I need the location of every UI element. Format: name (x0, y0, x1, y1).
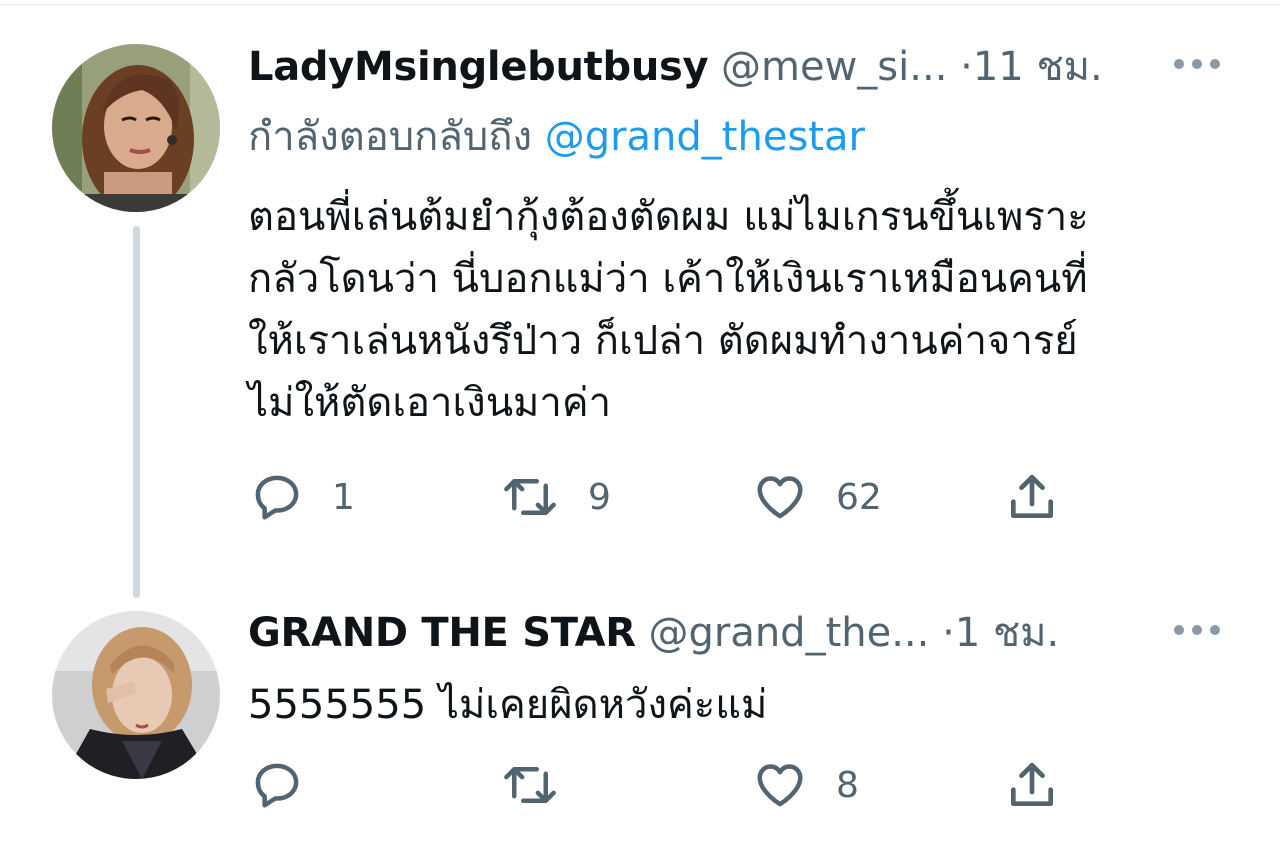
reply-button[interactable]: 1 (250, 467, 355, 527)
like-button[interactable]: 62 (752, 467, 882, 527)
user-handle[interactable]: @grand_the... (648, 610, 929, 656)
tweet-text-line: ไม่ให้ตัดเอาเงินมาค่า (248, 380, 612, 426)
avatar-ladymsinglebutbusy[interactable] (52, 44, 220, 212)
share-icon (1011, 474, 1053, 518)
tweet-header: LadyMsinglebutbusy @mew_si... ·11 ชม. (248, 42, 1103, 92)
like-count: 8 (836, 764, 859, 806)
retweet-button[interactable] (500, 755, 560, 815)
retweet-icon (504, 479, 556, 515)
tweet-text-line: ให้เราเล่นหนังรึป่าว ก็เปล่า ตัดผมทำงานค… (248, 318, 1078, 364)
tweet-text-line: ตอนพี่เล่นต้มยำกุ้งต้องตัดผม แม่ไมเกรนขึ… (248, 194, 1089, 240)
tweet-text-line: กลัวโดนว่า นี่บอกแม่ว่า เค้าให้เงินเราเห… (248, 256, 1088, 302)
replying-to-label: กำลังตอบกลับถึง (248, 114, 532, 160)
avatar-grand-the-star[interactable] (52, 611, 220, 779)
heart-icon (757, 764, 803, 807)
like-button[interactable]: 8 (752, 755, 859, 815)
tweet-text: 5555555 ไม่เคยผิดหวังค่ะแม่ (248, 674, 1248, 736)
retweet-icon (504, 767, 556, 803)
replying-to-line: กำลังตอบกลับถึง @grand_thestar (248, 112, 865, 162)
reply-count: 1 (332, 476, 355, 518)
more-options-icon[interactable] (1174, 625, 1222, 637)
tweet-time[interactable]: 1 ชม. (955, 610, 1059, 656)
like-count: 62 (836, 476, 882, 518)
more-options-icon[interactable] (1174, 59, 1222, 71)
reply-icon (255, 763, 299, 808)
share-button[interactable] (1004, 467, 1060, 527)
reply-mention-link[interactable]: @grand_thestar (545, 114, 865, 160)
display-name[interactable]: GRAND THE STAR (248, 610, 636, 656)
tweet-actions: 8 (0, 755, 1280, 815)
reply-button[interactable] (250, 755, 304, 815)
reply-icon (255, 475, 299, 520)
separator-dot: · (960, 44, 973, 90)
display-name[interactable]: LadyMsinglebutbusy (248, 44, 709, 90)
share-button[interactable] (1004, 755, 1060, 815)
tweet-text-line: 5555555 ไม่เคยผิดหวังค่ะแม่ (248, 682, 768, 728)
top-divider (0, 4, 1280, 5)
share-icon (1011, 762, 1053, 806)
retweet-button[interactable]: 9 (500, 467, 611, 527)
retweet-count: 9 (588, 476, 611, 518)
tweet-time[interactable]: 11 ชม. (973, 44, 1103, 90)
separator-dot: · (942, 610, 955, 656)
tweet-header: GRAND THE STAR @grand_the... ·1 ชม. (248, 608, 1059, 658)
tweet-text: ตอนพี่เล่นต้มยำกุ้งต้องตัดผม แม่ไมเกรนขึ… (248, 186, 1248, 434)
tweet-actions: 1 9 62 (0, 467, 1280, 527)
thread-connector-line (133, 226, 140, 598)
heart-icon (757, 476, 803, 519)
user-handle[interactable]: @mew_si... (721, 44, 947, 90)
